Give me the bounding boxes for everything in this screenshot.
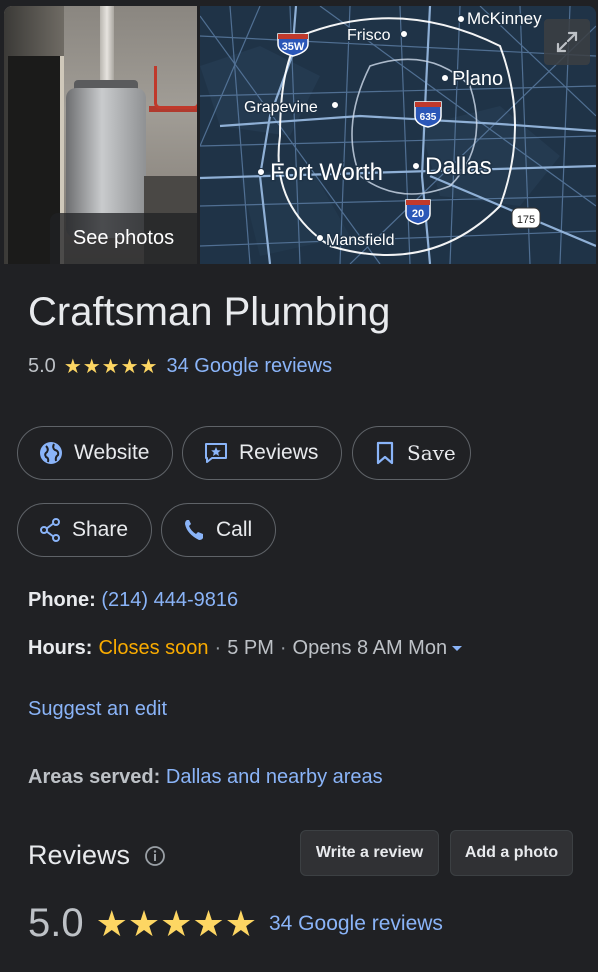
hours-row: Hours: Closes soon · 5 PM · Opens 8 AM M…	[28, 637, 463, 660]
shield-label-635: 635	[420, 112, 437, 123]
hours-next-open[interactable]: Opens 8 AM Mon	[293, 637, 448, 660]
reviews-label: Reviews	[239, 441, 319, 464]
phone-row: Phone: (214) 444-9816	[28, 589, 238, 612]
rating-summary: 5.0 ★★★★★ 34 Google reviews	[28, 353, 332, 379]
areas-served-label: Areas served:	[28, 766, 161, 788]
website-label: Website	[74, 441, 150, 464]
add-photo-button[interactable]: Add a photo	[450, 830, 573, 876]
save-button[interactable]: Save	[352, 426, 471, 480]
share-icon	[38, 517, 62, 543]
suggest-edit-link[interactable]: Suggest an edit	[28, 698, 167, 721]
business-photo[interactable]: See photos	[4, 6, 197, 264]
map-label-mansfield: Mansfield	[326, 232, 394, 249]
hours-close-time: 5 PM	[227, 637, 274, 659]
chevron-down-icon[interactable]	[451, 645, 463, 653]
write-review-button[interactable]: Write a review	[300, 830, 439, 876]
map-label-mckinney: McKinney	[467, 9, 542, 28]
globe-icon	[38, 440, 64, 466]
shield-label-20: 20	[412, 208, 424, 220]
areas-served-link[interactable]: Dallas and nearby areas	[166, 766, 383, 788]
phone-icon	[182, 517, 206, 543]
hours-status: Closes soon	[98, 637, 209, 659]
map-thumbnail[interactable]: McKinney Frisco Plano Grapevine Fort Wor…	[200, 6, 596, 264]
reviews-rating-value: 5.0	[28, 901, 84, 945]
map-label-plano: Plano	[452, 68, 503, 90]
reviews-count-link[interactable]: 34 Google reviews	[269, 912, 443, 936]
save-label: Save	[407, 441, 456, 465]
reviews-button[interactable]: Reviews	[182, 426, 342, 480]
share-button[interactable]: Share	[17, 503, 152, 557]
reviews-summary: 5.0 ★★★★★ 34 Google reviews	[28, 901, 443, 946]
google-reviews-link[interactable]: 34 Google reviews	[166, 355, 332, 378]
shield-label-35w: 35W	[282, 41, 305, 53]
reviews-heading-text: Reviews	[28, 840, 131, 870]
info-icon[interactable]	[144, 845, 166, 867]
map-graphic: McKinney Frisco Plano Grapevine Fort Wor…	[200, 6, 596, 264]
business-panel: See photos McKinney Frisco Plano Grapevi…	[4, 6, 596, 972]
phone-label: Phone:	[28, 589, 96, 611]
call-label: Call	[216, 518, 253, 541]
business-title: Craftsman Plumbing	[28, 290, 391, 334]
call-button[interactable]: Call	[161, 503, 276, 557]
shield-label-175: 175	[517, 214, 535, 226]
areas-served-row: Areas served: Dallas and nearby areas	[28, 766, 383, 789]
reviews-heading: Reviews	[28, 840, 166, 871]
map-label-dallas: Dallas	[425, 153, 492, 180]
expand-icon	[556, 31, 578, 53]
map-label-frisco: Frisco	[347, 27, 391, 44]
map-label-fort-worth: Fort Worth	[270, 159, 383, 186]
phone-number-link[interactable]: (214) 444-9816	[101, 589, 238, 611]
star-rating-icon: ★★★★★	[63, 355, 159, 378]
review-icon	[203, 440, 229, 466]
share-label: Share	[72, 518, 129, 541]
see-photos-button[interactable]: See photos	[50, 213, 197, 264]
map-label-grapevine: Grapevine	[244, 99, 318, 116]
hours-label: Hours:	[28, 637, 93, 659]
rating-value: 5.0	[28, 354, 56, 377]
expand-map-button[interactable]	[544, 19, 590, 65]
website-button[interactable]: Website	[17, 426, 173, 480]
bookmark-icon	[373, 440, 397, 466]
reviews-star-rating-icon: ★★★★★	[95, 902, 257, 944]
